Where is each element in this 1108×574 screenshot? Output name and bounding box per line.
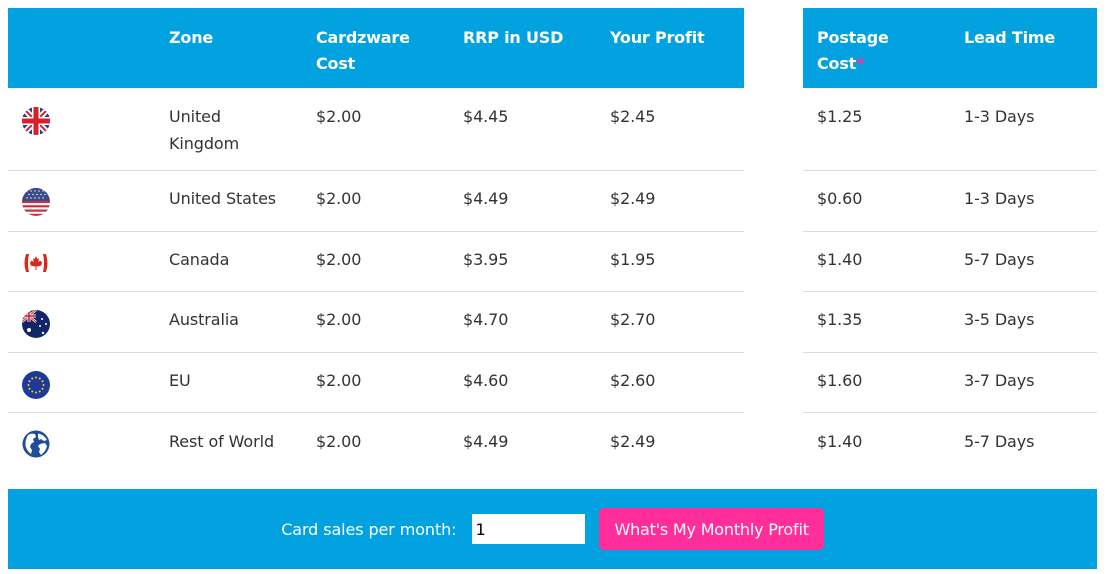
lead-time-value: 3-7 Days	[964, 371, 1035, 390]
rrp-value: $4.49	[463, 432, 509, 451]
lead-time-value: 1-3 Days	[964, 189, 1035, 208]
zone-name: Australia	[169, 310, 239, 329]
header-postage-cost: Postage Cost*	[817, 25, 889, 77]
header-rrp: RRP in USD	[463, 28, 564, 47]
row-divider	[803, 170, 1097, 171]
eu-flag-icon	[22, 371, 50, 399]
rrp-value: $4.60	[463, 371, 509, 390]
profit-value: $1.95	[610, 250, 656, 269]
profit-value: $2.49	[610, 432, 656, 451]
zone-name: Rest of World	[169, 432, 274, 451]
zone-name: United Kingdom	[169, 103, 239, 157]
table-header-main: Zone Cardzware Cost RRP in USD Your Prof…	[8, 8, 744, 88]
cardzware-cost: $2.00	[316, 310, 362, 329]
header-postage-line1: Postage	[817, 28, 889, 47]
header-cardzware-cost: Cardzware Cost	[316, 25, 410, 77]
row-divider	[803, 412, 1097, 413]
rrp-value: $4.49	[463, 189, 509, 208]
uk-flag-icon	[22, 107, 50, 135]
lead-time-value: 1-3 Days	[964, 107, 1035, 126]
row-divider	[8, 412, 744, 413]
canada-flag-icon	[22, 249, 50, 277]
cardzware-cost: $2.00	[316, 250, 362, 269]
row-divider	[803, 352, 1097, 353]
postage-value: $1.35	[817, 310, 863, 329]
cardzware-cost: $2.00	[316, 107, 362, 126]
zone-name: EU	[169, 371, 191, 390]
zone-name-line1: United	[169, 107, 221, 126]
profit-calculator: Card sales per month: What's My Monthly …	[8, 489, 1097, 569]
zone-name: Canada	[169, 250, 230, 269]
globe-icon	[22, 430, 50, 458]
profit-value: $2.49	[610, 189, 656, 208]
postage-footnote-marker: *	[856, 54, 865, 73]
postage-value: $1.60	[817, 371, 863, 390]
profit-value: $2.60	[610, 371, 656, 390]
header-zone: Zone	[169, 28, 214, 47]
profit-value: $2.45	[610, 107, 656, 126]
cardzware-cost: $2.00	[316, 371, 362, 390]
header-your-profit: Your Profit	[610, 28, 705, 47]
rrp-value: $4.70	[463, 310, 509, 329]
row-divider	[8, 170, 744, 171]
row-divider	[8, 352, 744, 353]
zone-name: United States	[169, 189, 277, 208]
cardzware-cost: $2.00	[316, 189, 362, 208]
zone-name-line2: Kingdom	[169, 134, 240, 153]
postage-value: $1.40	[817, 250, 863, 269]
postage-value: $1.40	[817, 432, 863, 451]
lead-time-value: 5-7 Days	[964, 432, 1035, 451]
australia-flag-icon	[22, 310, 50, 338]
header-postage-line2: Cost	[817, 54, 857, 73]
row-divider	[803, 291, 1097, 292]
cardzware-cost: $2.00	[316, 432, 362, 451]
card-sales-input[interactable]	[472, 514, 586, 544]
lead-time-value: 5-7 Days	[964, 250, 1035, 269]
profit-value: $2.70	[610, 310, 656, 329]
postage-value: $1.25	[817, 107, 863, 126]
row-divider	[8, 231, 744, 232]
us-flag-icon	[22, 188, 50, 216]
lead-time-value: 3-5 Days	[964, 310, 1035, 329]
header-cost-line1: Cardzware	[316, 28, 410, 47]
header-lead-time: Lead Time	[964, 28, 1055, 47]
row-divider	[803, 231, 1097, 232]
rrp-value: $4.45	[463, 107, 509, 126]
card-sales-label: Card sales per month:	[281, 519, 457, 539]
postage-value: $0.60	[817, 189, 863, 208]
row-divider	[8, 291, 744, 292]
rrp-value: $3.95	[463, 250, 509, 269]
header-cost-line2: Cost	[316, 54, 356, 73]
table-header-shipping: Postage Cost* Lead Time	[803, 8, 1097, 88]
monthly-profit-button[interactable]: What's My Monthly Profit	[599, 508, 824, 550]
